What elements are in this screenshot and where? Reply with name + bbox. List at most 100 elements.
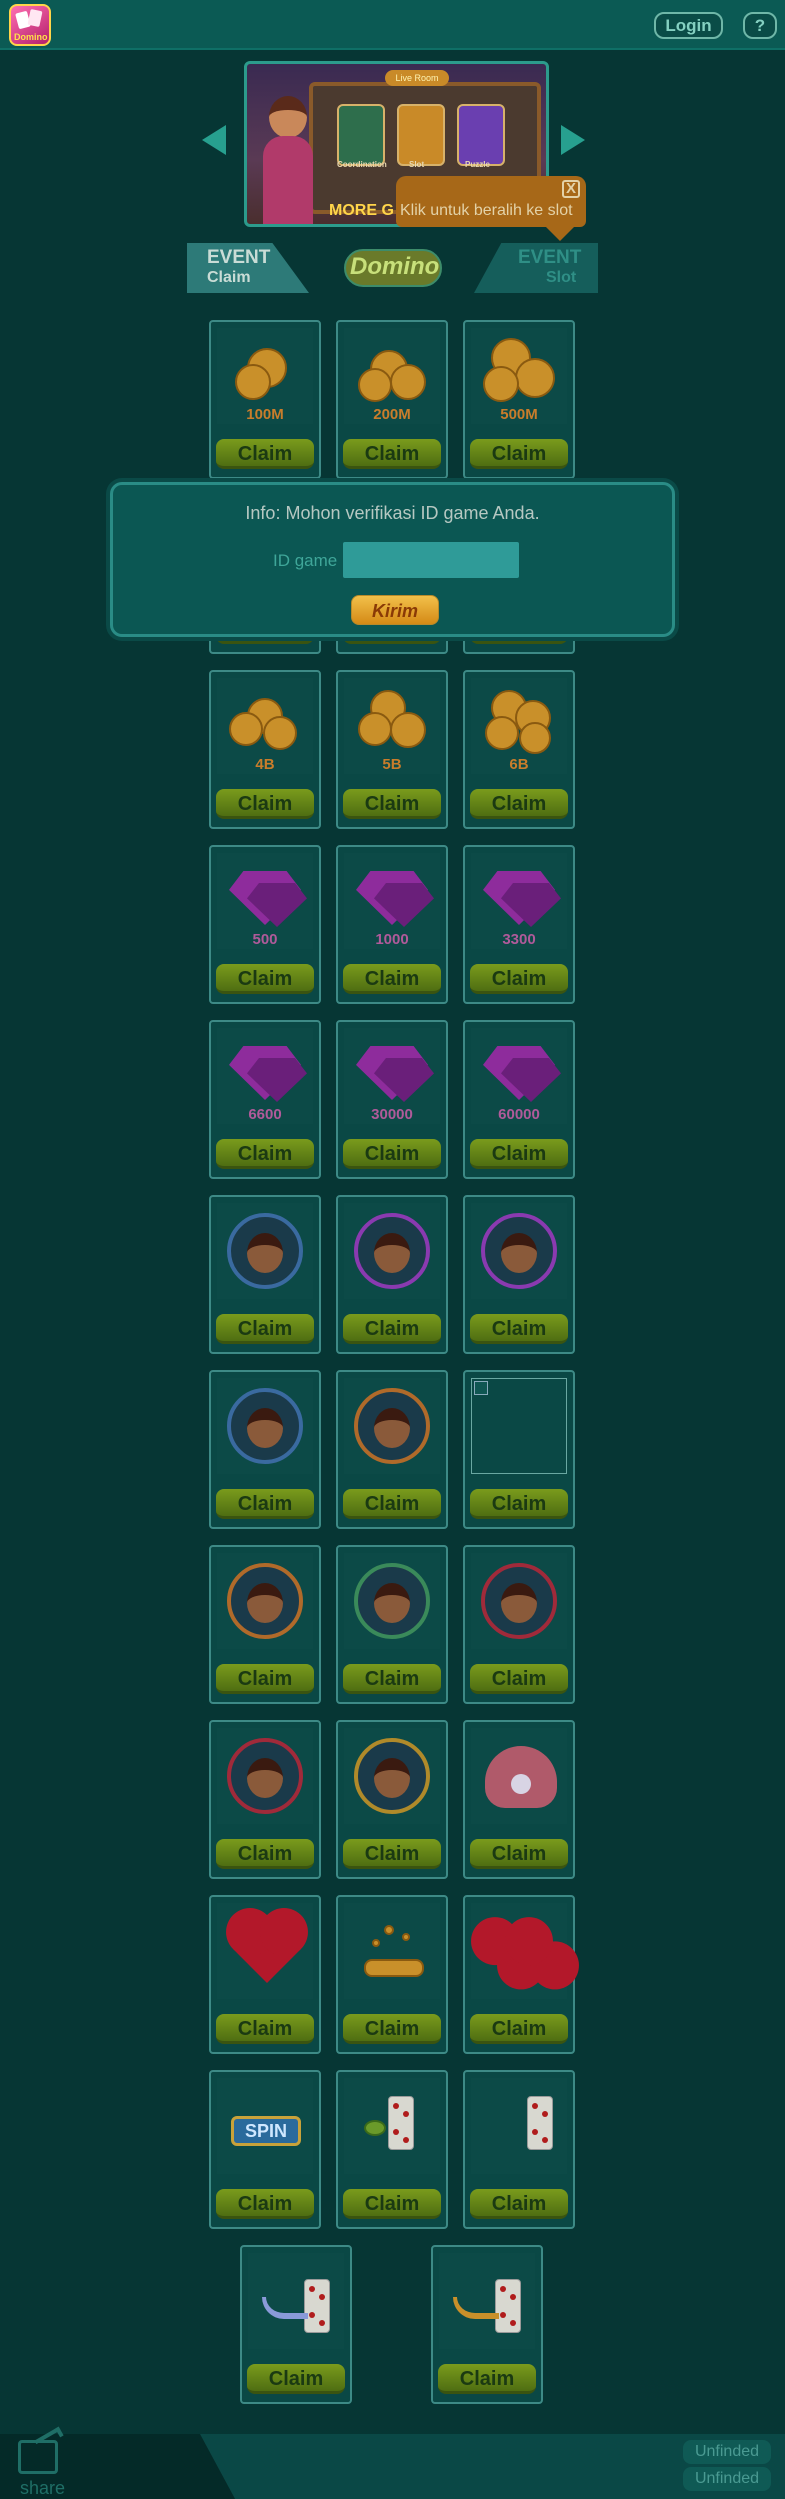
claim-button[interactable]: Claim	[343, 2189, 441, 2219]
banner-card-label: Slot	[409, 160, 425, 169]
reward-card-coins: 100M Claim	[209, 320, 321, 479]
reward-card-coins: 4B Claim	[209, 670, 321, 829]
login-button[interactable]: Login	[654, 12, 723, 39]
heart-arrow-icon	[217, 1903, 313, 1999]
claim-button[interactable]: Claim	[343, 2014, 441, 2044]
gem-icon: 6600	[217, 1028, 313, 1124]
help-button[interactable]: ?	[743, 12, 777, 39]
claim-button[interactable]: Claim	[470, 789, 568, 819]
coins-icon: 500M	[471, 328, 567, 424]
claim-button[interactable]: Claim	[216, 2189, 314, 2219]
claim-button[interactable]: Claim	[247, 2364, 345, 2394]
reward-card-avatar-frame: Claim	[336, 1195, 448, 1354]
reward-card-avatar-frame: Claim	[209, 1545, 321, 1704]
claim-button[interactable]: Claim	[216, 2014, 314, 2044]
coins-icon: 5B	[344, 678, 440, 774]
reward-card-coins: 5B Claim	[336, 670, 448, 829]
domino-comet-icon	[248, 2253, 344, 2349]
claim-button[interactable]: Claim	[470, 1314, 568, 1344]
reward-card-avatar-frame: Claim	[336, 1545, 448, 1704]
reward-card-coins: 200M Claim	[336, 320, 448, 479]
claim-button[interactable]: Claim	[470, 2014, 568, 2044]
claim-button[interactable]: Claim	[216, 789, 314, 819]
carousel-prev-arrow-icon[interactable]	[202, 125, 226, 155]
reward-amount: 200M	[373, 406, 411, 423]
claim-button[interactable]: Claim	[216, 964, 314, 994]
claim-button[interactable]: Claim	[343, 1489, 441, 1519]
banner-more-text: MORE G	[329, 202, 394, 219]
tab-title: EVENT	[518, 247, 582, 268]
tab-subtitle: Slot	[546, 269, 577, 286]
unfinded-badge: Unfinded	[683, 2467, 771, 2491]
carousel-next-arrow-icon[interactable]	[561, 125, 585, 155]
tooltip-close-button[interactable]: X	[562, 180, 580, 198]
reward-card-pearl: Claim	[463, 1720, 575, 1879]
top-bar: Domino Login ?	[0, 0, 785, 50]
claim-button[interactable]: Claim	[470, 2189, 568, 2219]
gem-icon: 30000	[344, 1028, 440, 1124]
share-icon[interactable]	[18, 2440, 58, 2474]
tab-event-slot[interactable]: EVENT Slot	[474, 243, 598, 293]
reward-amount: 500	[252, 931, 278, 948]
claim-button[interactable]: Claim	[470, 964, 568, 994]
tab-event-claim[interactable]: EVENT Claim	[187, 243, 309, 293]
domino-logo: Domino	[344, 243, 442, 291]
reward-card-gems: 60000 Claim	[463, 1020, 575, 1179]
logo-card-icon	[27, 8, 43, 28]
coins-icon: 100M	[217, 328, 313, 424]
banner-game-card	[337, 104, 385, 166]
claim-button[interactable]: Claim	[438, 2364, 536, 2394]
claim-button[interactable]: Claim	[343, 439, 441, 469]
claim-button[interactable]: Claim	[470, 1139, 568, 1169]
claim-button[interactable]: Claim	[216, 1139, 314, 1169]
claim-button[interactable]: Claim	[470, 439, 568, 469]
reward-card-spin: SPIN Claim	[209, 2070, 321, 2229]
spin-label: SPIN	[231, 2116, 301, 2146]
tooltip-pointer	[546, 227, 574, 241]
claim-button[interactable]: Claim	[343, 1314, 441, 1344]
share-label[interactable]: share	[20, 2478, 65, 2499]
tooltip-text: Klik untuk beralih ke slot	[400, 202, 573, 219]
claim-button[interactable]: Claim	[216, 1664, 314, 1694]
coins-icon: 200M	[344, 328, 440, 424]
claim-button[interactable]: Claim	[216, 439, 314, 469]
avatar-frame-icon	[344, 1728, 440, 1824]
claim-button[interactable]: Claim	[343, 1139, 441, 1169]
coins-icon: 6B	[471, 678, 567, 774]
avatar-frame-icon	[344, 1378, 440, 1474]
avatar-frame-icon	[217, 1553, 313, 1649]
claim-button[interactable]: Claim	[470, 1489, 568, 1519]
claim-button[interactable]: Claim	[343, 964, 441, 994]
avatar-frame-icon	[217, 1728, 313, 1824]
reward-card-avatar-frame: Claim	[336, 1370, 448, 1529]
app-logo[interactable]: Domino	[9, 4, 51, 46]
reward-amount: 30000	[371, 1106, 413, 1123]
reward-amount: 100M	[246, 406, 284, 423]
claim-button[interactable]: Claim	[216, 1839, 314, 1869]
reward-card-avatar-frame: Claim	[463, 1545, 575, 1704]
claim-button[interactable]: Claim	[343, 789, 441, 819]
gem-icon: 1000	[344, 853, 440, 949]
gold-pile-icon	[344, 1903, 440, 1999]
reward-card-coins: 500M Claim	[463, 320, 575, 479]
tab-subtitle: Claim	[207, 269, 251, 286]
modal-info-text: Info: Mohon verifikasi ID game Anda.	[245, 503, 540, 523]
slot-switch-tooltip[interactable]: X Klik untuk beralih ke slot	[396, 176, 586, 241]
game-id-input[interactable]	[343, 542, 519, 578]
reward-amount: 6600	[248, 1106, 282, 1123]
claim-button[interactable]: Claim	[216, 1314, 314, 1344]
send-button[interactable]: Kirim	[351, 595, 439, 625]
reward-card-domino: Claim	[463, 2070, 575, 2229]
claim-button[interactable]: Claim	[470, 1839, 568, 1869]
reward-amount: 1000	[375, 931, 409, 948]
claim-button[interactable]: Claim	[343, 1839, 441, 1869]
claim-button[interactable]: Claim	[343, 1664, 441, 1694]
avatar-frame-icon	[344, 1203, 440, 1299]
avatar-frame-icon	[217, 1378, 313, 1474]
avatar-frame-icon	[471, 1203, 567, 1299]
claim-button[interactable]: Claim	[470, 1664, 568, 1694]
reward-card-domino: Claim	[240, 2245, 352, 2404]
broken-image-icon	[471, 1378, 567, 1474]
gem-icon: 500	[217, 853, 313, 949]
claim-button[interactable]: Claim	[216, 1489, 314, 1519]
